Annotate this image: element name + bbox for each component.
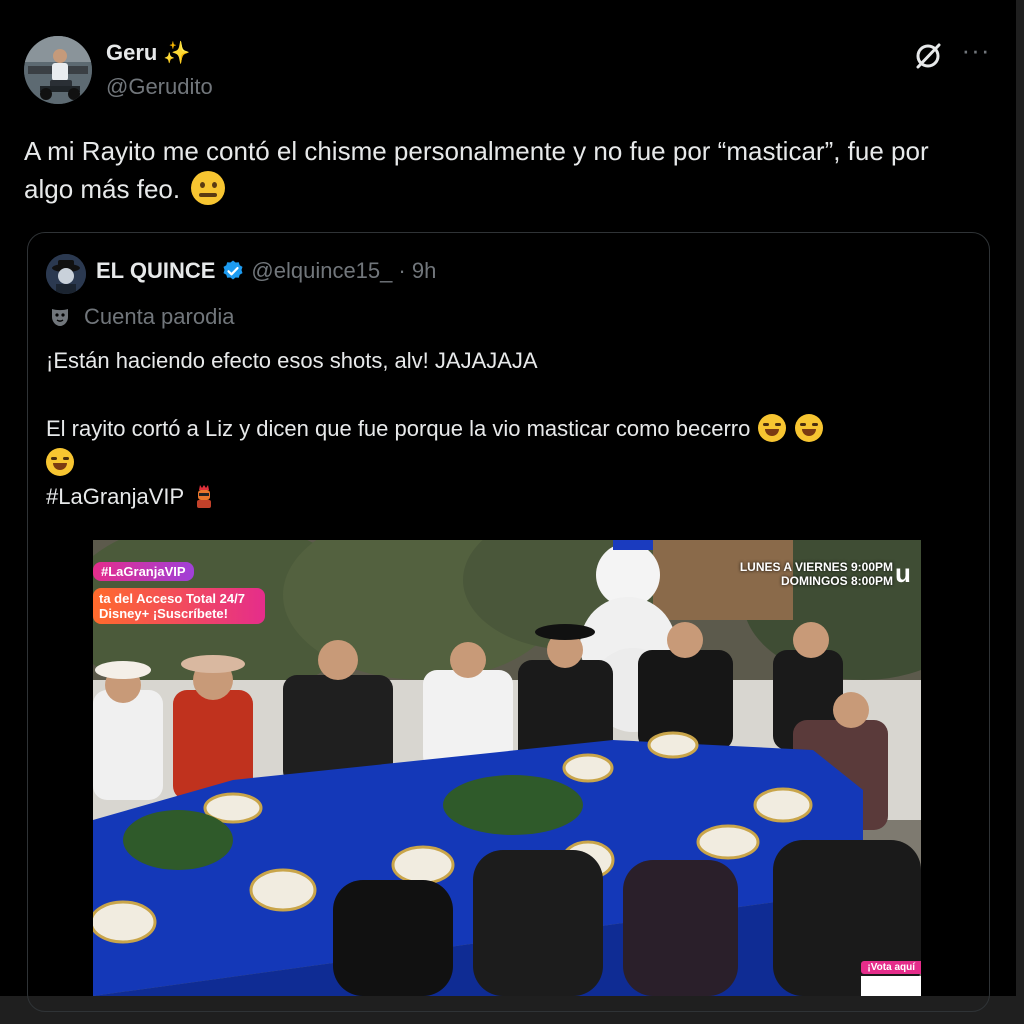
quoted-tweet-text: ¡Están haciendo efecto esos shots, alv! … (46, 344, 966, 514)
verified-badge-icon (223, 260, 243, 280)
tweet-text: A mi Rayito me contó el chisme personalm… (24, 132, 984, 208)
quoted-avatar-image (46, 254, 86, 294)
rooster-icon (196, 485, 211, 508)
quoted-hashtag-line: #LaGranjaVIP (46, 480, 966, 514)
quoted-text-line1: ¡Están haciendo efecto esos shots, alv! … (46, 348, 538, 373)
more-options-button[interactable]: ··· (960, 37, 992, 68)
quoted-display-name[interactable]: EL QUINCE (96, 258, 215, 284)
tv-channel-logo: u (895, 558, 911, 588)
quoted-author-avatar[interactable] (46, 254, 86, 294)
parody-label-text: Cuenta parodia (84, 304, 235, 329)
tv-vote-tag: ¡Vota aquí (861, 961, 921, 974)
parody-mask-icon (52, 309, 68, 326)
author-avatar[interactable] (24, 36, 92, 104)
sparkles-emoji: ✨ (163, 40, 191, 65)
avatar-image (24, 36, 92, 104)
author-display-name[interactable]: Geru (106, 40, 157, 66)
zipper-mouth-face-icon (191, 171, 226, 205)
grok-icon[interactable] (912, 40, 944, 72)
quoted-name-row: EL QUINCE @elquince15_ · 9h (96, 258, 436, 284)
quoted-text-line2: El rayito cortó a Liz y dicen que fue po… (46, 412, 966, 480)
tv-schedule-line1: LUNES A VIERNES 9:00PM (739, 560, 893, 574)
tears-of-joy-icon (46, 448, 74, 476)
author-handle[interactable]: @Gerudito (106, 74, 213, 100)
tv-hashtag-tag: #LaGranjaVIP (93, 562, 194, 581)
quoted-video-thumbnail[interactable]: #LaGranjaVIP ta del Acceso Total 24/7 Di… (93, 540, 921, 996)
tv-qr-code (861, 976, 921, 996)
quoted-hashtag[interactable]: #LaGranjaVIP (46, 484, 184, 509)
quoted-text-line2-content: El rayito cortó a Liz y dicen que fue po… (46, 416, 751, 441)
tears-of-joy-icon (758, 414, 787, 442)
tv-schedule-line2: DOMINGOS 8:00PM (780, 574, 893, 588)
tweet-text-content: A mi Rayito me contó el chisme personalm… (24, 136, 929, 204)
quoted-time[interactable]: · 9h (398, 258, 436, 284)
quoted-handle[interactable]: @elquince15_ (251, 258, 392, 284)
tv-schedule: LUNES A VIERNES 9:00PM DOMINGOS 8:00PM (740, 560, 893, 588)
author-name-row: Geru ✨ (106, 40, 191, 66)
window-edge (1016, 0, 1024, 1024)
tv-promo-tag: ta del Acceso Total 24/7 Disney+ ¡Suscrí… (93, 588, 265, 624)
tears-of-joy-icon (794, 414, 823, 442)
parody-account-label: Cuenta parodia (48, 304, 234, 330)
